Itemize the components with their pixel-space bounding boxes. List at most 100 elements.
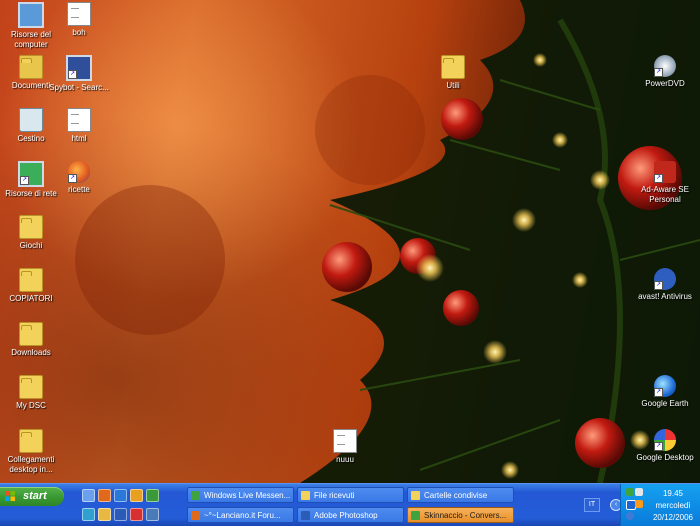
start-button[interactable]: start (0, 487, 64, 506)
desktop-icon-label: My DSC (16, 401, 46, 410)
google-earth-tray-icon[interactable] (626, 512, 634, 520)
desktop-icon-giochi[interactable]: Giochi (0, 215, 62, 251)
network-places-icon: ↗ (18, 161, 44, 187)
firefox-icon (191, 511, 200, 520)
desktop-icon-ricette[interactable]: ↗ ricette (48, 161, 110, 195)
taskbar-button-label: Cartelle condivise (424, 491, 488, 500)
desktop-icon-label: PowerDVD (645, 79, 685, 88)
taskbar-button[interactable]: Windows Live Messen... (187, 487, 294, 503)
taskbar-button[interactable]: ~°~Lanciano.it Foru... (187, 507, 294, 523)
desktop-icon-collegamenti-desktop-in[interactable]: Collegamenti desktop in... (0, 429, 62, 475)
taskbar-button-label: Adobe Photoshop (314, 511, 378, 520)
desktop-icon-ad-aware-se-personal[interactable]: ↗ Ad-Aware SE Personal (634, 161, 696, 205)
system-tray: 19.45 mercoledì 20/12/2006 (620, 484, 700, 526)
shortcut-arrow-icon: ↗ (20, 176, 29, 185)
network-tray-icon[interactable] (635, 488, 643, 496)
powerdvd-icon: ↗ (654, 55, 676, 77)
language-indicator[interactable]: IT (584, 498, 600, 512)
messenger-icon (411, 511, 420, 520)
show-desktop-icon[interactable] (82, 489, 95, 502)
outlook-icon[interactable] (98, 508, 111, 521)
folder-icon (411, 491, 420, 500)
desktop-icon-label: nuuu (336, 455, 354, 464)
desktop-icon-spybot-searc[interactable]: ↗ Spybot - Searc... (48, 55, 110, 93)
desktop-icon-label: Giochi (19, 241, 43, 250)
desktop-icon-label: avast! Antivirus (638, 292, 692, 301)
desktop-icon-label: html (71, 134, 87, 143)
desktop-icon-utili[interactable]: Utili (422, 55, 484, 91)
shortcut-arrow-icon: ↗ (654, 174, 663, 183)
desktop-icon-label: Google Earth (641, 399, 689, 408)
taskbar-button-label: ~°~Lanciano.it Foru... (204, 511, 281, 520)
photoshop-icon[interactable] (146, 508, 159, 521)
desktop-icon-nuuu[interactable]: nuuu (314, 429, 376, 465)
msn-icon[interactable] (82, 508, 95, 521)
shortcut-arrow-icon: ↗ (654, 388, 663, 397)
desktop-icon-label: Collegamenti desktop in... (7, 455, 55, 474)
folder-icon (19, 375, 43, 399)
ad-aware-icon: ↗ (654, 161, 676, 183)
taskbar-button[interactable]: Adobe Photoshop (297, 507, 404, 523)
taskbar-button-label: Skinnaccio - Convers... (424, 511, 507, 520)
spybot-icon: ↗ (66, 55, 92, 81)
clock-day: mercoledì (655, 501, 691, 510)
text-file-icon (333, 429, 357, 453)
folder-icon (19, 322, 43, 346)
desktop-background: Risorse del computer boh Documenti ↗ Spybot … (0, 0, 700, 483)
desktop-icon-label: Downloads (11, 348, 51, 357)
internet-explorer-icon[interactable] (114, 489, 127, 502)
desktop-icon-powerdvd[interactable]: ↗ PowerDVD (634, 55, 696, 89)
taskbar-button[interactable]: File ricevuti (297, 487, 404, 503)
shortcut-arrow-icon: ↗ (654, 442, 663, 451)
desktop-icon-label: COPIATORI (9, 294, 53, 303)
opera-icon[interactable] (130, 508, 143, 521)
avast-tray-icon[interactable] (635, 500, 643, 508)
winamp-icon[interactable] (146, 489, 159, 502)
messenger-icon (191, 491, 200, 500)
start-label: start (23, 490, 47, 502)
firefox-document-icon: ↗ (68, 161, 90, 183)
media-player-icon[interactable] (130, 489, 143, 502)
firefox-icon[interactable] (98, 489, 111, 502)
desktop-icon-label: Spybot - Searc... (49, 83, 109, 92)
desktop-icon-label: Ad-Aware SE Personal (641, 185, 689, 204)
recycle-bin-icon (19, 108, 43, 132)
desktop-icon-label: Utili (446, 81, 460, 90)
avast-icon: ↗ (654, 268, 676, 290)
folder-icon (301, 491, 310, 500)
text-file-icon (67, 2, 91, 26)
desktop-icon-boh[interactable]: boh (48, 2, 110, 38)
taskbar-button[interactable]: Cartelle condivise (407, 487, 514, 503)
desktop-icon-google-desktop[interactable]: ↗ Google Desktop (634, 429, 696, 463)
messenger-tray-icon[interactable] (626, 488, 634, 496)
google-desktop-icon: ↗ (654, 429, 676, 451)
desktop-icon-avast-antivirus[interactable]: ↗ avast! Antivirus (634, 268, 696, 302)
desktop-icon-html[interactable]: html (48, 108, 110, 144)
folder-icon (19, 215, 43, 239)
desktop-icon-downloads[interactable]: Downloads (0, 322, 62, 358)
google-earth-icon: ↗ (654, 375, 676, 397)
windows-logo-icon (5, 491, 15, 501)
desktop-icon-label: boh (72, 28, 86, 37)
desktop-icon-my-dsc[interactable]: My DSC (0, 375, 62, 411)
desktop-icon-google-earth[interactable]: ↗ Google Earth (634, 375, 696, 409)
desktop-icon-label: Google Desktop (636, 453, 694, 462)
clock-time: 19.45 (662, 489, 684, 498)
desktop-icon-label: ricette (68, 185, 90, 194)
photoshop-icon (301, 511, 310, 520)
desktop-icon-copiatori[interactable]: COPIATORI (0, 268, 62, 304)
word-icon[interactable] (114, 508, 127, 521)
folder-icon (19, 429, 43, 453)
my-computer-icon (18, 2, 44, 28)
folder-icon (441, 55, 465, 79)
taskbar: start Windows Live Messen... File ricevut… (0, 483, 700, 526)
taskbar-button-label: Windows Live Messen... (204, 491, 291, 500)
clock-date: 20/12/2006 (652, 513, 694, 522)
clock[interactable]: 19.45 mercoledì 20/12/2006 (647, 488, 699, 524)
shortcut-arrow-icon: ↗ (654, 281, 663, 290)
shortcut-arrow-icon: ↗ (654, 68, 663, 77)
taskbar-button[interactable]: Skinnaccio - Convers... (407, 507, 514, 523)
shortcut-arrow-icon: ↗ (68, 70, 77, 79)
documents-icon (19, 55, 43, 79)
folder-icon (19, 268, 43, 292)
